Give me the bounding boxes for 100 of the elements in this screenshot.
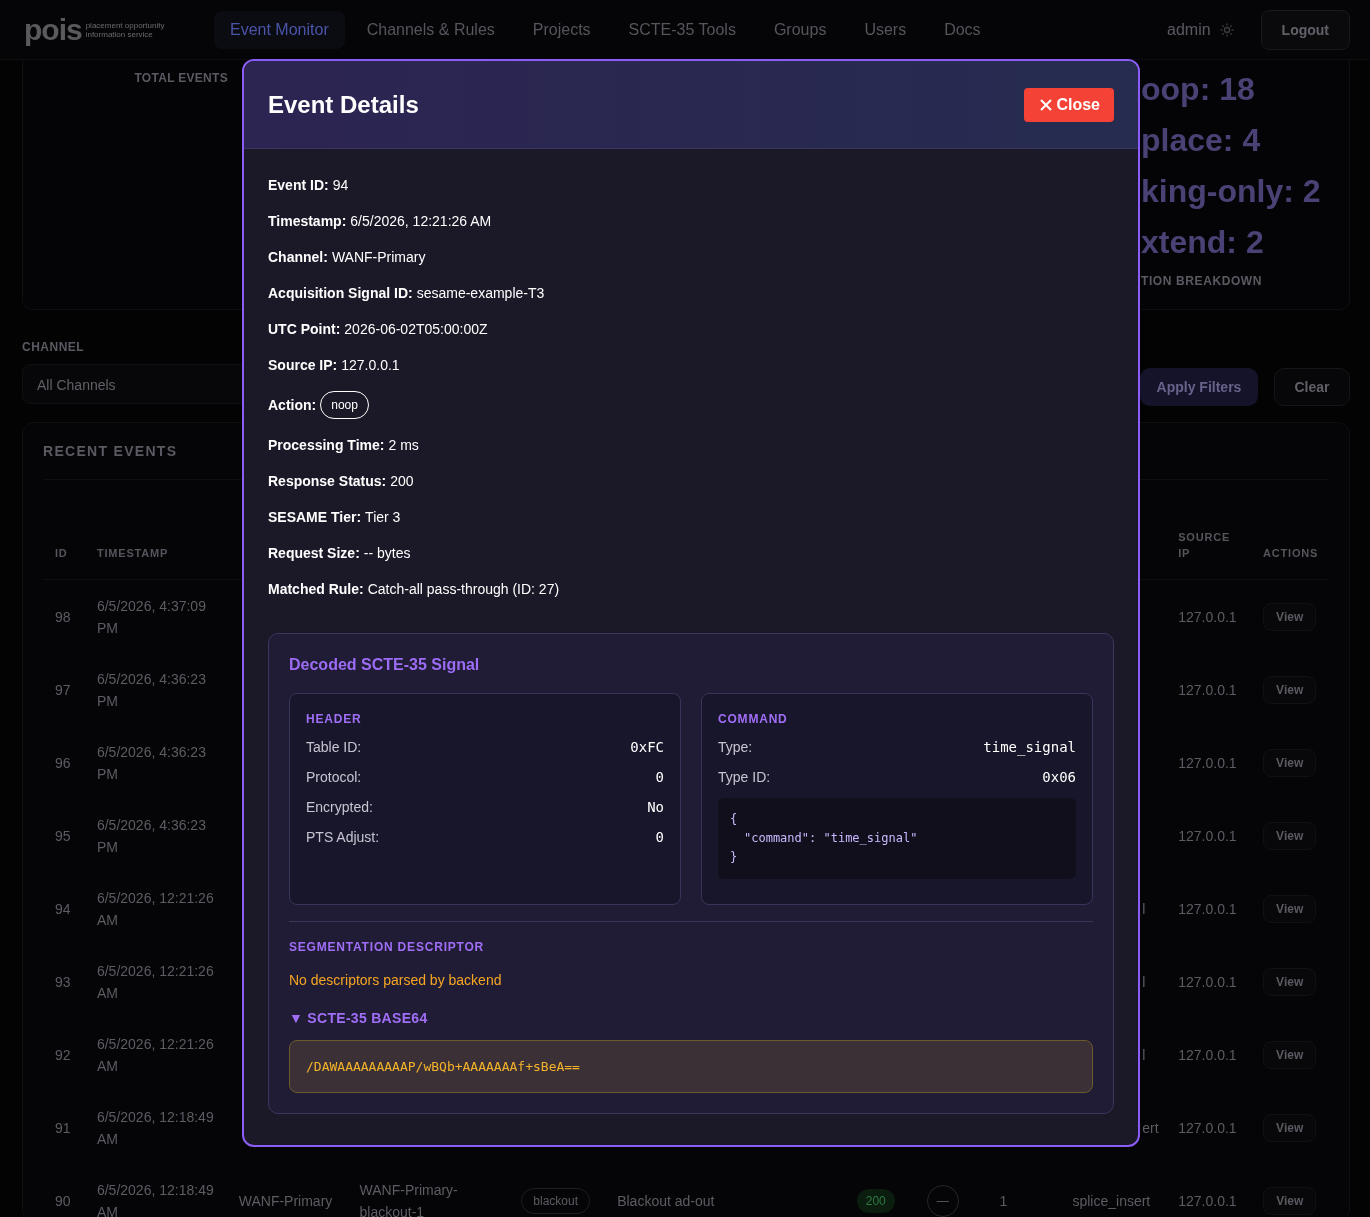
column-header: SOURCE IP — [1178, 530, 1232, 561]
field-label: Type: — [718, 738, 753, 756]
section-title: Decoded SCTE-35 Signal — [289, 656, 481, 674]
table-cell-text: splice_insert — [1072, 1191, 1152, 1211]
base64-toggle[interactable]: ▼ SCTE-35 BASE64 — [289, 1010, 1093, 1026]
table-cell-text: 98 — [54, 607, 72, 627]
table-cell-text: 127.0.0.1 — [1178, 1191, 1238, 1211]
detail-line: UTC Point: 2026-06-02T05:00:00Z — [268, 320, 489, 339]
view-button[interactable]: View — [1263, 967, 1317, 996]
panel-heading: HEADER — [306, 712, 363, 726]
logo-tagline: placement opportunity information service — [85, 20, 166, 39]
user-name: admin — [1167, 20, 1211, 39]
table-cell-text: 127.0.0.1 — [1178, 1045, 1238, 1065]
nav-link[interactable]: Groups — [757, 10, 843, 49]
close-button[interactable]: Close — [1024, 87, 1114, 122]
detail-line: Acquisition Signal ID: sesame-example-T3 — [268, 284, 546, 303]
close-icon — [1040, 98, 1053, 111]
nav-link[interactable]: Projects — [516, 10, 607, 49]
nav-link[interactable]: Event Monitor — [214, 10, 345, 49]
table-cell-text: l — [1141, 1045, 1147, 1065]
logout-button[interactable]: Logout — [1260, 9, 1350, 50]
field-value: 0xFC — [630, 738, 664, 756]
table-cell-text: 127.0.0.1 — [1178, 899, 1238, 919]
field-label: Protocol: — [306, 768, 362, 786]
filter-label: CHANNEL — [22, 340, 86, 354]
detail-line: SESAME Tier: Tier 3 — [268, 508, 402, 527]
view-button[interactable]: View — [1263, 821, 1317, 850]
warning-message: No descriptors parsed by backend — [289, 972, 503, 988]
view-button[interactable]: View — [1263, 1040, 1317, 1069]
table-cell-text: 127.0.0.1 — [1178, 680, 1238, 700]
view-button[interactable]: View — [1263, 602, 1317, 631]
column-header: TIMESTAMP — [96, 546, 170, 561]
table-cell-text: 96 — [54, 753, 72, 773]
stat-label: TION BREAKDOWN — [1141, 274, 1264, 288]
table-cell-text: 6/5/2026, 12:21:26 AM — [96, 888, 215, 930]
table-cell-text: 6/5/2026, 12:21:26 AM — [96, 961, 215, 1003]
table-cell-text: 93 — [54, 972, 72, 992]
field-label: Table ID: — [306, 738, 362, 756]
table-cell-text: 97 — [54, 680, 72, 700]
field-label: PTS Adjust: — [306, 828, 380, 846]
clear-button[interactable]: Clear — [1274, 368, 1350, 406]
table-cell-text: 6/5/2026, 12:18:49 AM — [96, 1180, 215, 1217]
detail-line: Event ID: 94 — [268, 176, 350, 195]
table-cell-text: 94 — [54, 899, 72, 919]
apply-filters-button[interactable]: Apply Filters — [1140, 368, 1258, 406]
table-cell-text: 92 — [54, 1045, 72, 1065]
nav-link[interactable]: SCTE-35 Tools — [612, 10, 752, 49]
breakdown-count: place: 4 — [1141, 121, 1262, 160]
table-cell-text: WANF-Primary-blackout-1 — [359, 1180, 459, 1217]
field-value: No — [647, 798, 664, 816]
view-button[interactable]: View — [1263, 748, 1317, 777]
table-cell-text: WANF-Primary — [238, 1191, 334, 1211]
table-cell-text: 6/5/2026, 12:21:26 AM — [96, 1034, 215, 1076]
stat-label: TOTAL EVENTS — [134, 71, 228, 85]
code-line: "command": "time_signal" — [743, 830, 919, 847]
code-line: } — [730, 849, 739, 866]
table-cell-text: 127.0.0.1 — [1178, 826, 1238, 846]
table-cell-text: 91 — [54, 1118, 72, 1138]
view-button[interactable]: View — [1263, 675, 1317, 704]
section-label: SEGMENTATION DESCRIPTOR — [289, 940, 486, 954]
modal-title: Event Details — [268, 90, 419, 119]
view-button[interactable]: View — [1263, 1113, 1317, 1142]
table-cell-text: 6/5/2026, 4:36:23 PM — [96, 669, 207, 711]
field-label: Encrypted: — [306, 798, 373, 816]
table-cell-text: 95 — [54, 826, 72, 846]
settings-icon — [1218, 21, 1235, 38]
field-value: 0 — [655, 828, 664, 846]
code-line: { — [730, 811, 739, 828]
nav-link[interactable]: Docs — [928, 10, 997, 49]
field-value: 0 — [655, 768, 664, 786]
column-header: ID — [54, 546, 69, 561]
breakdown-count: oop: 18 — [1141, 70, 1256, 109]
logo-text: pois — [24, 14, 82, 45]
view-button[interactable]: View — [1263, 894, 1317, 923]
panel-heading: COMMAND — [718, 712, 789, 726]
view-button[interactable]: View — [1263, 1186, 1317, 1215]
field-value: 0x06 — [1042, 768, 1076, 786]
table-cell-text: 6/5/2026, 4:36:23 PM — [96, 742, 207, 784]
field-value: time_signal — [983, 738, 1076, 756]
detail-line: Matched Rule: Catch-all pass-through (ID: 27) — [268, 580, 561, 599]
table-cell-text: 127.0.0.1 — [1178, 1118, 1238, 1138]
detail-line: Channel: WANF-Primary — [268, 248, 427, 267]
field-label: Action: — [268, 396, 317, 415]
table-cell-text: l — [1141, 972, 1147, 992]
table-cell-text: l — [1141, 899, 1147, 919]
status-badge: 200 — [856, 1188, 895, 1213]
breakdown-count: king-only: 2 — [1141, 172, 1322, 211]
base64-value: /DAWAAAAAAAAAP/wBQb+AAAAAAAf+sBeA== — [289, 1040, 1093, 1093]
table-cell-text: 6/5/2026, 12:18:49 AM — [96, 1107, 215, 1149]
table-cell-text: ert — [1141, 1118, 1160, 1138]
nav-link[interactable]: Channels & Rules — [350, 10, 511, 49]
breakdown-count: xtend: 2 — [1141, 223, 1265, 262]
table-cell-text: 127.0.0.1 — [1178, 753, 1238, 773]
table-cell-text: 1 — [999, 1191, 1009, 1211]
detail-line: Timestamp: 6/5/2026, 12:21:26 AM — [268, 212, 493, 231]
nav-link[interactable]: Users — [848, 10, 923, 49]
table-cell-text: 127.0.0.1 — [1178, 972, 1238, 992]
table-cell-text: 127.0.0.1 — [1178, 607, 1238, 627]
table-cell-text: 6/5/2026, 4:37:09 PM — [96, 596, 207, 638]
table-cell-text: Blackout ad-out — [617, 1191, 716, 1211]
